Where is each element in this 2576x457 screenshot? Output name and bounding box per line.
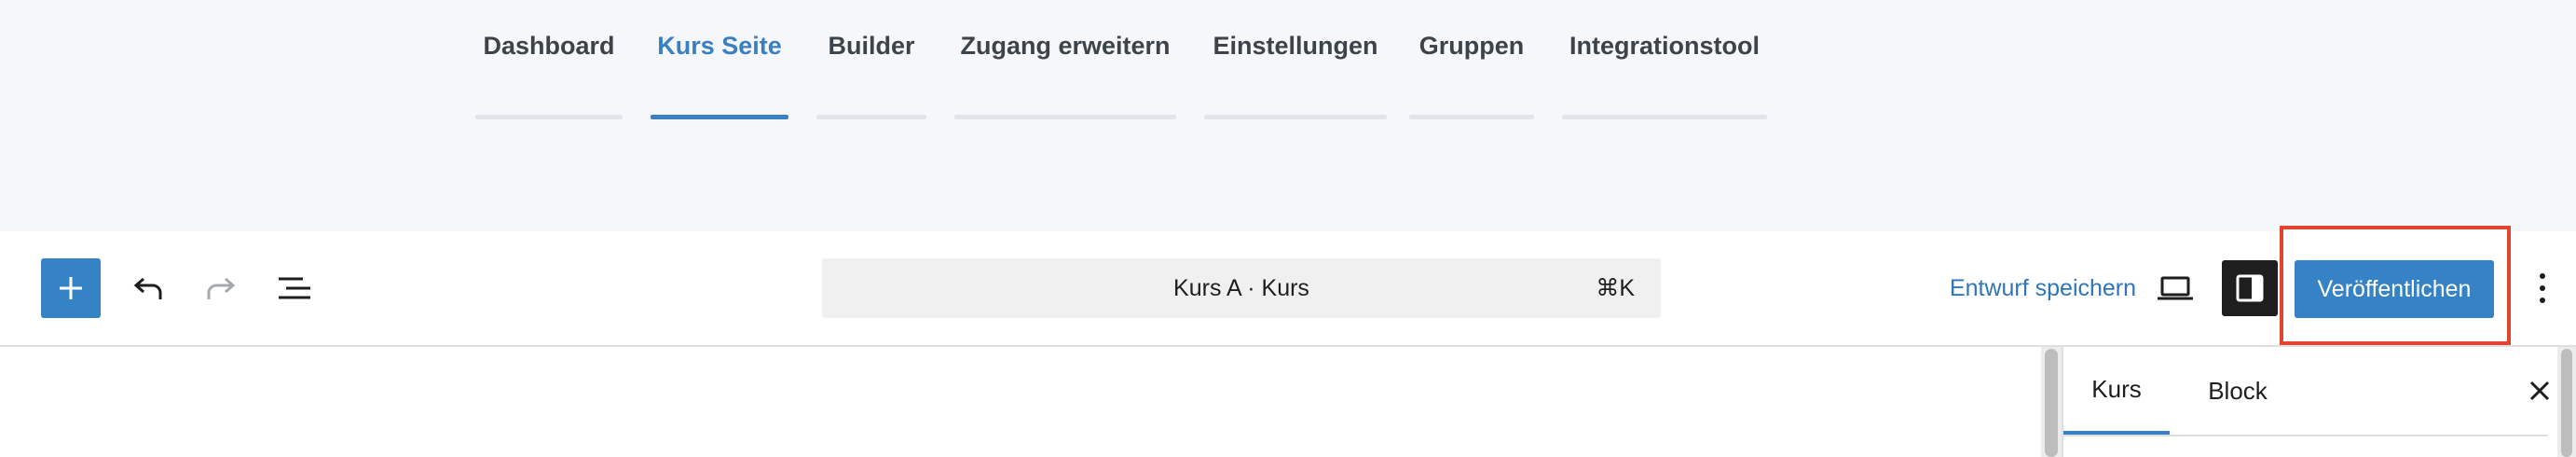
tab-label: Gruppen bbox=[1418, 32, 1525, 60]
plus-icon bbox=[60, 277, 82, 299]
tab-indicator bbox=[1204, 115, 1387, 119]
sidebar-tab-block[interactable]: Block bbox=[2185, 347, 2291, 435]
tab-label: Builder bbox=[828, 32, 915, 60]
more-vertical-icon bbox=[2540, 273, 2545, 303]
more-options-button[interactable] bbox=[2522, 258, 2563, 318]
undo-icon bbox=[133, 277, 162, 299]
tab-indicator bbox=[651, 115, 788, 119]
tab-einstellungen[interactable]: Einstellungen bbox=[1204, 0, 1387, 119]
tab-indicator bbox=[1562, 115, 1767, 119]
scrollbar-thumb[interactable] bbox=[2045, 349, 2058, 457]
list-view-button[interactable] bbox=[265, 258, 324, 318]
laptop-icon bbox=[2158, 276, 2193, 300]
tab-dashboard[interactable]: Dashboard bbox=[475, 0, 623, 119]
sidebar-divider bbox=[2063, 435, 2548, 436]
document-title: Kurs A · Kurs bbox=[1173, 274, 1309, 301]
tab-indicator bbox=[1409, 115, 1534, 119]
tab-integrationstool[interactable]: Integrationstool bbox=[1562, 0, 1767, 119]
preview-button[interactable] bbox=[2145, 258, 2205, 318]
command-palette-button[interactable]: Kurs A · Kurs ⌘K bbox=[822, 258, 1661, 318]
tab-zugang-erweitern[interactable]: Zugang erweitern bbox=[954, 0, 1176, 119]
tab-label: Einstellungen bbox=[1213, 32, 1378, 60]
tab-label: Zugang erweitern bbox=[960, 32, 1171, 60]
tab-label: Kurs Seite bbox=[657, 32, 782, 60]
editor-toolbar: Kurs A · Kurs ⌘K Entwurf speichern Veröf… bbox=[0, 231, 2576, 347]
redo-icon bbox=[207, 277, 236, 299]
tab-indicator bbox=[475, 115, 623, 119]
sidebar-tab-kurs[interactable]: Kurs bbox=[2063, 347, 2170, 435]
tab-label: Dashboard bbox=[483, 32, 615, 60]
tab-label: Integrationstool bbox=[1569, 32, 1760, 60]
scrollbar-thumb[interactable] bbox=[2561, 349, 2572, 457]
sidebar-panel-icon bbox=[2236, 274, 2264, 302]
publish-button[interactable]: Veröffentlichen bbox=[2295, 260, 2494, 318]
editor-canvas[interactable] bbox=[0, 347, 2041, 457]
save-draft-button[interactable]: Entwurf speichern bbox=[1912, 258, 2173, 318]
settings-toggle-button[interactable] bbox=[2222, 260, 2278, 316]
tab-indicator bbox=[816, 115, 926, 119]
tab-builder[interactable]: Builder bbox=[816, 0, 926, 119]
redo-button[interactable] bbox=[190, 258, 250, 318]
canvas-scrollbar[interactable] bbox=[2041, 347, 2062, 457]
settings-sidebar: Kurs Block bbox=[2062, 347, 2576, 457]
course-navigation: Dashboard Kurs Seite Builder Zugang erwe… bbox=[0, 0, 2576, 231]
add-block-button[interactable] bbox=[41, 258, 101, 318]
close-sidebar-button[interactable] bbox=[2516, 367, 2563, 414]
tab-gruppen[interactable]: Gruppen bbox=[1409, 0, 1534, 119]
list-view-icon bbox=[279, 277, 310, 299]
keyboard-shortcut: ⌘K bbox=[1596, 275, 1635, 301]
tab-kurs-seite[interactable]: Kurs Seite bbox=[651, 0, 788, 119]
close-icon bbox=[2529, 381, 2550, 401]
sidebar-scrollbar[interactable] bbox=[2557, 347, 2576, 457]
tab-indicator bbox=[954, 115, 1176, 119]
undo-button[interactable] bbox=[119, 258, 179, 318]
